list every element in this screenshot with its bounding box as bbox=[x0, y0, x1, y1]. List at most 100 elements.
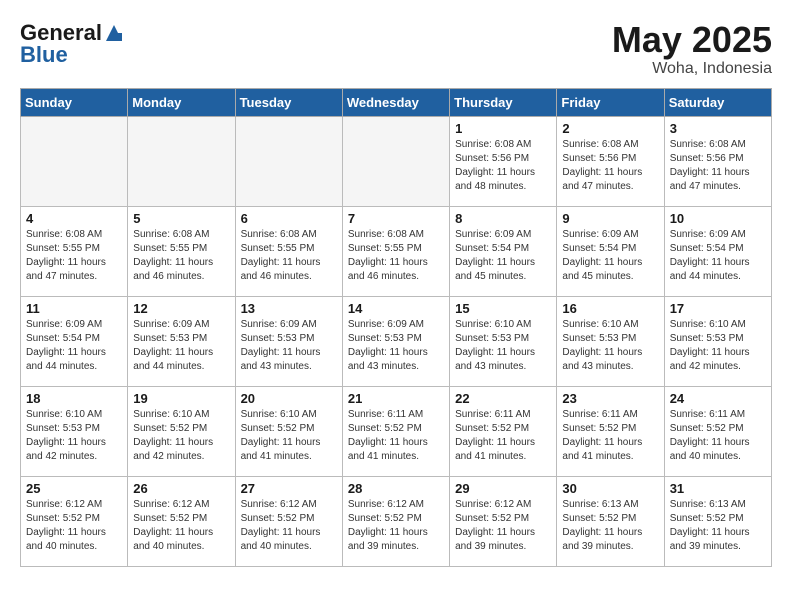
day-number: 30 bbox=[562, 481, 658, 496]
day-number: 11 bbox=[26, 301, 122, 316]
title-block: May 2025 Woha, Indonesia bbox=[612, 20, 772, 78]
logo-blue: Blue bbox=[20, 42, 68, 68]
day-info: Sunrise: 6:08 AM Sunset: 5:55 PM Dayligh… bbox=[348, 228, 444, 284]
day-info: Sunrise: 6:13 AM Sunset: 5:52 PM Dayligh… bbox=[562, 498, 658, 554]
day-info: Sunrise: 6:12 AM Sunset: 5:52 PM Dayligh… bbox=[455, 498, 551, 554]
day-number: 8 bbox=[455, 211, 551, 226]
day-info: Sunrise: 6:10 AM Sunset: 5:52 PM Dayligh… bbox=[133, 408, 229, 464]
calendar-cell: 9 Sunrise: 6:09 AM Sunset: 5:54 PM Daylig… bbox=[557, 206, 664, 296]
calendar-cell: 17 Sunrise: 6:10 AM Sunset: 5:53 PM Dayli… bbox=[664, 296, 771, 386]
day-number: 7 bbox=[348, 211, 444, 226]
calendar-cell: 4 Sunrise: 6:08 AM Sunset: 5:55 PM Daylig… bbox=[21, 206, 128, 296]
calendar-cell: 12 Sunrise: 6:09 AM Sunset: 5:53 PM Dayli… bbox=[128, 296, 235, 386]
weekday-header: Sunday bbox=[21, 88, 128, 116]
day-info: Sunrise: 6:11 AM Sunset: 5:52 PM Dayligh… bbox=[670, 408, 766, 464]
calendar-cell: 1 Sunrise: 6:08 AM Sunset: 5:56 PM Daylig… bbox=[450, 116, 557, 206]
calendar-cell bbox=[128, 116, 235, 206]
weekday-header: Friday bbox=[557, 88, 664, 116]
day-info: Sunrise: 6:13 AM Sunset: 5:52 PM Dayligh… bbox=[670, 498, 766, 554]
day-info: Sunrise: 6:09 AM Sunset: 5:53 PM Dayligh… bbox=[348, 318, 444, 374]
calendar-cell: 23 Sunrise: 6:11 AM Sunset: 5:52 PM Dayli… bbox=[557, 386, 664, 476]
day-info: Sunrise: 6:09 AM Sunset: 5:54 PM Dayligh… bbox=[455, 228, 551, 284]
day-number: 14 bbox=[348, 301, 444, 316]
day-info: Sunrise: 6:08 AM Sunset: 5:55 PM Dayligh… bbox=[26, 228, 122, 284]
calendar-title: May 2025 bbox=[612, 20, 772, 60]
day-number: 4 bbox=[26, 211, 122, 226]
day-number: 16 bbox=[562, 301, 658, 316]
calendar-cell: 3 Sunrise: 6:08 AM Sunset: 5:56 PM Daylig… bbox=[664, 116, 771, 206]
calendar-cell: 19Sunrise: 6:10 AM Sunset: 5:52 PM Dayli… bbox=[128, 386, 235, 476]
day-info: Sunrise: 6:10 AM Sunset: 5:53 PM Dayligh… bbox=[670, 318, 766, 374]
day-info: Sunrise: 6:08 AM Sunset: 5:56 PM Dayligh… bbox=[562, 138, 658, 194]
day-info: Sunrise: 6:08 AM Sunset: 5:55 PM Dayligh… bbox=[241, 228, 337, 284]
day-number: 17 bbox=[670, 301, 766, 316]
day-info: Sunrise: 6:09 AM Sunset: 5:54 PM Dayligh… bbox=[562, 228, 658, 284]
day-number: 12 bbox=[133, 301, 229, 316]
day-number: 6 bbox=[241, 211, 337, 226]
day-number: 9 bbox=[562, 211, 658, 226]
day-number: 15 bbox=[455, 301, 551, 316]
logo: General Blue bbox=[20, 20, 124, 68]
weekday-header: Tuesday bbox=[235, 88, 342, 116]
calendar-cell: 26Sunrise: 6:12 AM Sunset: 5:52 PM Dayli… bbox=[128, 476, 235, 566]
calendar-cell: 22 Sunrise: 6:11 AM Sunset: 5:52 PM Dayli… bbox=[450, 386, 557, 476]
day-info: Sunrise: 6:08 AM Sunset: 5:55 PM Dayligh… bbox=[133, 228, 229, 284]
day-info: Sunrise: 6:09 AM Sunset: 5:53 PM Dayligh… bbox=[133, 318, 229, 374]
calendar-cell: 6 Sunrise: 6:08 AM Sunset: 5:55 PM Daylig… bbox=[235, 206, 342, 296]
day-number: 5 bbox=[133, 211, 229, 226]
day-info: Sunrise: 6:11 AM Sunset: 5:52 PM Dayligh… bbox=[562, 408, 658, 464]
calendar-cell: 30 Sunrise: 6:13 AM Sunset: 5:52 PM Dayli… bbox=[557, 476, 664, 566]
day-info: Sunrise: 6:10 AM Sunset: 5:53 PM Dayligh… bbox=[562, 318, 658, 374]
calendar-cell: 13 Sunrise: 6:09 AM Sunset: 5:53 PM Dayli… bbox=[235, 296, 342, 386]
day-info: Sunrise: 6:10 AM Sunset: 5:52 PM Dayligh… bbox=[241, 408, 337, 464]
calendar-cell bbox=[235, 116, 342, 206]
day-number: 2 bbox=[562, 121, 658, 136]
calendar-cell: 24 Sunrise: 6:11 AM Sunset: 5:52 PM Dayli… bbox=[664, 386, 771, 476]
day-number: 27 bbox=[241, 481, 337, 496]
calendar-cell: 10 Sunrise: 6:09 AM Sunset: 5:54 PM Dayli… bbox=[664, 206, 771, 296]
day-info: Sunrise: 6:11 AM Sunset: 5:52 PM Dayligh… bbox=[455, 408, 551, 464]
calendar-cell: 27Sunrise: 6:12 AM Sunset: 5:52 PM Dayli… bbox=[235, 476, 342, 566]
page-header: General Blue May 2025 Woha, Indonesia bbox=[20, 20, 772, 78]
day-number: 10 bbox=[670, 211, 766, 226]
day-number: 23 bbox=[562, 391, 658, 406]
day-info: Sunrise: 6:12 AM Sunset: 5:52 PM Dayligh… bbox=[133, 498, 229, 554]
day-info: Sunrise: 6:08 AM Sunset: 5:56 PM Dayligh… bbox=[670, 138, 766, 194]
day-info: Sunrise: 6:09 AM Sunset: 5:54 PM Dayligh… bbox=[670, 228, 766, 284]
calendar-subtitle: Woha, Indonesia bbox=[612, 60, 772, 78]
day-info: Sunrise: 6:12 AM Sunset: 5:52 PM Dayligh… bbox=[348, 498, 444, 554]
day-info: Sunrise: 6:09 AM Sunset: 5:53 PM Dayligh… bbox=[241, 318, 337, 374]
calendar-cell bbox=[21, 116, 128, 206]
calendar-cell: 11 Sunrise: 6:09 AM Sunset: 5:54 PM Dayli… bbox=[21, 296, 128, 386]
calendar-table: SundayMondayTuesdayWednesdayThursdayFrid… bbox=[20, 88, 772, 567]
weekday-header: Monday bbox=[128, 88, 235, 116]
weekday-header: Wednesday bbox=[342, 88, 449, 116]
calendar-cell: 15Sunrise: 6:10 AM Sunset: 5:53 PM Dayli… bbox=[450, 296, 557, 386]
day-info: Sunrise: 6:09 AM Sunset: 5:54 PM Dayligh… bbox=[26, 318, 122, 374]
calendar-cell: 14 Sunrise: 6:09 AM Sunset: 5:53 PM Dayli… bbox=[342, 296, 449, 386]
weekday-header: Thursday bbox=[450, 88, 557, 116]
day-number: 20 bbox=[241, 391, 337, 406]
calendar-cell: 31Sunrise: 6:13 AM Sunset: 5:52 PM Dayli… bbox=[664, 476, 771, 566]
day-number: 25 bbox=[26, 481, 122, 496]
calendar-cell: 16 Sunrise: 6:10 AM Sunset: 5:53 PM Dayli… bbox=[557, 296, 664, 386]
weekday-header: Saturday bbox=[664, 88, 771, 116]
day-number: 1 bbox=[455, 121, 551, 136]
calendar-cell: 29 Sunrise: 6:12 AM Sunset: 5:52 PM Dayli… bbox=[450, 476, 557, 566]
day-info: Sunrise: 6:08 AM Sunset: 5:56 PM Dayligh… bbox=[455, 138, 551, 194]
calendar-cell: 21 Sunrise: 6:11 AM Sunset: 5:52 PM Dayli… bbox=[342, 386, 449, 476]
day-number: 18 bbox=[26, 391, 122, 406]
day-number: 13 bbox=[241, 301, 337, 316]
calendar-cell: 7 Sunrise: 6:08 AM Sunset: 5:55 PM Daylig… bbox=[342, 206, 449, 296]
calendar-cell: 18 Sunrise: 6:10 AM Sunset: 5:53 PM Dayli… bbox=[21, 386, 128, 476]
day-number: 3 bbox=[670, 121, 766, 136]
day-number: 22 bbox=[455, 391, 551, 406]
calendar-cell: 25Sunrise: 6:12 AM Sunset: 5:52 PM Dayli… bbox=[21, 476, 128, 566]
day-info: Sunrise: 6:10 AM Sunset: 5:53 PM Dayligh… bbox=[26, 408, 122, 464]
day-number: 21 bbox=[348, 391, 444, 406]
logo-icon bbox=[104, 23, 124, 43]
day-number: 28 bbox=[348, 481, 444, 496]
day-number: 29 bbox=[455, 481, 551, 496]
day-info: Sunrise: 6:11 AM Sunset: 5:52 PM Dayligh… bbox=[348, 408, 444, 464]
day-number: 24 bbox=[670, 391, 766, 406]
